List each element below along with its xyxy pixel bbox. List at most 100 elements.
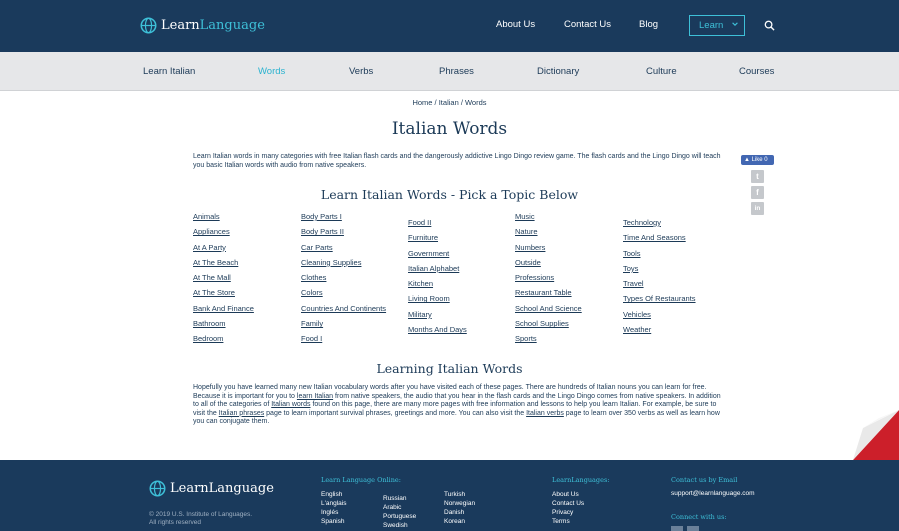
- topic-link[interactable]: Vehicles: [623, 310, 696, 325]
- topic-link[interactable]: Body Parts II: [301, 227, 386, 242]
- footer-link-privacy[interactable]: Privacy: [552, 508, 584, 517]
- topic-link[interactable]: Countries And Continents: [301, 304, 386, 319]
- topic-link[interactable]: Professions: [515, 273, 582, 288]
- subnav-phrases[interactable]: Phrases: [439, 66, 474, 77]
- footer-link-terms[interactable]: Terms: [552, 517, 584, 526]
- footer-contact-heading: Contact us by Email: [671, 476, 738, 484]
- topic-link[interactable]: At The Store: [193, 288, 254, 303]
- linkedin-icon[interactable]: in: [751, 202, 764, 215]
- topic-link[interactable]: Toys: [623, 264, 696, 279]
- footer-link-contact[interactable]: Contact Us: [552, 499, 584, 508]
- learn-dropdown-button[interactable]: Learn: [689, 15, 745, 36]
- topic-link[interactable]: School Supplies: [515, 319, 582, 334]
- topic-link[interactable]: Outside: [515, 258, 582, 273]
- topic-link[interactable]: Family: [301, 319, 386, 334]
- topic-link[interactable]: Food I: [301, 334, 386, 349]
- topic-link[interactable]: Sports: [515, 334, 582, 349]
- italian-words-link[interactable]: Italian words: [271, 401, 310, 408]
- footer-social-icon[interactable]: [687, 526, 699, 531]
- breadcrumb[interactable]: Home / Italian / Words: [0, 98, 899, 107]
- topic-link[interactable]: Government: [408, 249, 467, 264]
- subnav-courses[interactable]: Courses: [739, 66, 774, 77]
- footer-languages-col-3: Turkish Norwegian Danish Korean: [444, 490, 475, 526]
- topic-link[interactable]: At The Beach: [193, 258, 254, 273]
- topic-column-4: Music Nature Numbers Outside Professions…: [515, 212, 582, 350]
- topic-link[interactable]: Technology: [623, 218, 696, 233]
- language-link[interactable]: Norwegian: [444, 499, 475, 508]
- subnav-words[interactable]: Words: [258, 66, 285, 77]
- topic-link[interactable]: Food II: [408, 218, 467, 233]
- topic-link[interactable]: Bank And Finance: [193, 304, 254, 319]
- topic-link[interactable]: Body Parts I: [301, 212, 386, 227]
- topic-link[interactable]: Weather: [623, 325, 696, 340]
- nav-blog[interactable]: Blog: [639, 19, 658, 30]
- topic-link[interactable]: Bedroom: [193, 334, 254, 349]
- language-link[interactable]: English: [321, 490, 346, 499]
- topic-link[interactable]: Furniture: [408, 233, 467, 248]
- topic-link[interactable]: Nature: [515, 227, 582, 242]
- italian-phrases-link[interactable]: Italian phrases: [219, 410, 265, 417]
- topic-link[interactable]: Animals: [193, 212, 254, 227]
- nav-contact-us[interactable]: Contact Us: [564, 19, 611, 30]
- topic-link[interactable]: School And Science: [515, 304, 582, 319]
- facebook-like-button[interactable]: ▲ Like 0: [741, 155, 774, 165]
- topic-link[interactable]: Music: [515, 212, 582, 227]
- topic-link[interactable]: Numbers: [515, 243, 582, 258]
- topic-link[interactable]: Car Parts: [301, 243, 386, 258]
- topic-link[interactable]: Kitchen: [408, 279, 467, 294]
- topic-link[interactable]: Cleaning Supplies: [301, 258, 386, 273]
- footer-learnlanguages-links: About Us Contact Us Privacy Terms: [552, 490, 584, 526]
- language-link[interactable]: Russian: [383, 494, 416, 503]
- language-link[interactable]: Swedish: [383, 521, 416, 530]
- language-link[interactable]: Portuguese: [383, 512, 416, 521]
- subnav-dictionary[interactable]: Dictionary: [537, 66, 579, 77]
- footer-email-link[interactable]: support@learnlanguage.com: [671, 490, 755, 497]
- topic-link[interactable]: Months And Days: [408, 325, 467, 340]
- nav-about-us[interactable]: About Us: [496, 19, 535, 30]
- like-count: Like 0: [751, 157, 768, 163]
- topic-link[interactable]: Travel: [623, 279, 696, 294]
- language-link[interactable]: Spanish: [321, 517, 346, 526]
- language-link[interactable]: Inglés: [321, 508, 346, 517]
- subnav-verbs[interactable]: Verbs: [349, 66, 373, 77]
- site-logo[interactable]: Learn Language: [140, 17, 265, 34]
- topic-link[interactable]: Restaurant Table: [515, 288, 582, 303]
- learning-heading: Learning Italian Words: [376, 361, 523, 376]
- topic-link[interactable]: Types Of Restaurants: [623, 294, 696, 309]
- language-link[interactable]: Danish: [444, 508, 475, 517]
- logo-text-learn: Learn: [161, 18, 200, 33]
- facebook-icon[interactable]: f: [751, 186, 764, 199]
- topic-link[interactable]: At A Party: [193, 243, 254, 258]
- topic-link[interactable]: At The Mall: [193, 273, 254, 288]
- topic-link[interactable]: Military: [408, 310, 467, 325]
- subnav-culture[interactable]: Culture: [646, 66, 677, 77]
- language-link[interactable]: Arabic: [383, 503, 416, 512]
- topic-link[interactable]: Bathroom: [193, 319, 254, 334]
- footer-logo[interactable]: Learn Language: [149, 480, 274, 497]
- top-header: Learn Language About Us Contact Us Blog L…: [0, 0, 899, 52]
- topic-link[interactable]: Appliances: [193, 227, 254, 242]
- topic-column-3: Food II Furniture Government Italian Alp…: [408, 218, 467, 340]
- learn-italian-link[interactable]: learn Italian: [297, 393, 333, 400]
- topic-link[interactable]: Clothes: [301, 273, 386, 288]
- search-icon[interactable]: [764, 20, 775, 31]
- globe-icon: [140, 17, 157, 34]
- footer-link-about[interactable]: About Us: [552, 490, 584, 499]
- copyright-line: © 2019 U.S. Institute of Languages.: [149, 511, 253, 518]
- topic-column-2: Body Parts I Body Parts II Car Parts Cle…: [301, 212, 386, 350]
- language-link[interactable]: Korean: [444, 517, 475, 526]
- footer-social-icon[interactable]: [671, 526, 683, 531]
- topic-link[interactable]: Living Room: [408, 294, 467, 309]
- subnav-learn-italian[interactable]: Learn Italian: [143, 66, 195, 77]
- italian-verbs-link[interactable]: Italian verbs: [526, 410, 564, 417]
- footer-languages-col-1: English L'anglais Inglés Spanish: [321, 490, 346, 526]
- language-link[interactable]: Turkish: [444, 490, 475, 499]
- thumbs-up-icon: ▲: [744, 157, 750, 163]
- topic-link[interactable]: Time And Seasons: [623, 233, 696, 248]
- topic-link[interactable]: Tools: [623, 249, 696, 264]
- logo-text-language: Language: [199, 18, 265, 33]
- topic-link[interactable]: Italian Alphabet: [408, 264, 467, 279]
- topic-link[interactable]: Colors: [301, 288, 386, 303]
- twitter-icon[interactable]: t: [751, 170, 764, 183]
- language-link[interactable]: L'anglais: [321, 499, 346, 508]
